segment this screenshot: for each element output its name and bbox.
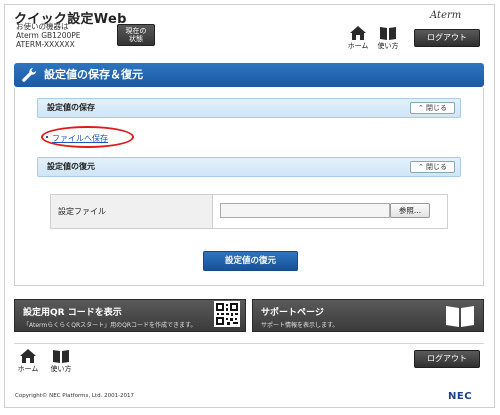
footer-divider: [14, 343, 484, 344]
copyright-text: Copyright© NEC Platforms, Ltd. 2001-2017: [15, 393, 135, 399]
qr-code-panel[interactable]: 設定用QR コードを表示 「AtermらくらくQRスタート」用のQRコードを作成…: [14, 299, 246, 332]
browse-button[interactable]: 参照...: [390, 203, 430, 218]
home-label: ホーム: [347, 42, 369, 50]
settings-file-label: 設定ファイル: [51, 195, 213, 228]
book-icon: [53, 350, 69, 363]
settings-file-row: 設定ファイル 参照...: [50, 194, 448, 229]
page-title-bar: 設定値の保存＆復元: [14, 63, 484, 87]
device-model: Aterm GB1200PE: [16, 31, 81, 40]
status-button-line1: 現在の: [125, 27, 147, 35]
logout-button[interactable]: ログアウト: [414, 29, 480, 47]
save-section-title: 設定値の保存: [47, 103, 95, 112]
help-nav[interactable]: 使い方: [376, 26, 400, 51]
book-icon: [380, 27, 396, 40]
home-icon: [20, 349, 36, 363]
settings-file-value-cell: 参照...: [213, 195, 447, 228]
footer-logout-button[interactable]: ログアウト: [414, 350, 480, 368]
chevron-up-icon: ⌃: [417, 163, 424, 171]
support-page-panel[interactable]: サポートページ サポート情報を表示します。: [252, 299, 484, 332]
support-panel-title: サポートページ: [261, 308, 324, 318]
settings-file-input[interactable]: [220, 203, 390, 218]
footer-help-label: 使い方: [50, 365, 72, 373]
restore-settings-button[interactable]: 設定値の復元: [203, 251, 298, 271]
book-icon: [446, 306, 474, 327]
highlight-circle: [41, 126, 134, 148]
qr-panel-desc: 「AtermらくらくQRスタート」用のQRコードを作成できます。: [23, 322, 197, 329]
aterm-logo: Aterm: [430, 10, 462, 21]
current-status-button[interactable]: 現在の 状態: [117, 24, 155, 46]
wrench-icon: [22, 68, 36, 82]
save-section-header: 設定値の保存 ⌃ 閉じる: [37, 98, 461, 118]
home-icon: [350, 26, 366, 40]
restore-section-header: 設定値の復元 ⌃ 閉じる: [37, 157, 461, 177]
qr-panel-title: 設定用QR コードを表示: [23, 308, 122, 318]
footer-home-nav[interactable]: ホーム: [16, 349, 40, 374]
status-button-line2: 状態: [129, 35, 143, 43]
help-label: 使い方: [377, 42, 399, 50]
device-id: ATERM-XXXXXX: [16, 40, 75, 49]
restore-close-label: 閉じる: [426, 163, 448, 171]
nec-logo: NEC: [448, 391, 473, 402]
support-panel-desc: サポート情報を表示します。: [261, 322, 339, 329]
save-close-label: 閉じる: [426, 104, 448, 112]
qr-code-icon: [214, 301, 240, 327]
save-section-close-button[interactable]: ⌃ 閉じる: [410, 102, 455, 114]
footer-home-label: ホーム: [17, 365, 39, 373]
home-nav[interactable]: ホーム: [346, 26, 370, 51]
restore-section-title: 設定値の復元: [47, 162, 95, 171]
restore-section-close-button[interactable]: ⌃ 閉じる: [410, 161, 455, 173]
device-caption: お使いの機器は: [16, 22, 69, 31]
chevron-up-icon: ⌃: [417, 104, 424, 112]
page-title: 設定値の保存＆復元: [44, 68, 143, 81]
footer-help-nav[interactable]: 使い方: [49, 349, 73, 374]
